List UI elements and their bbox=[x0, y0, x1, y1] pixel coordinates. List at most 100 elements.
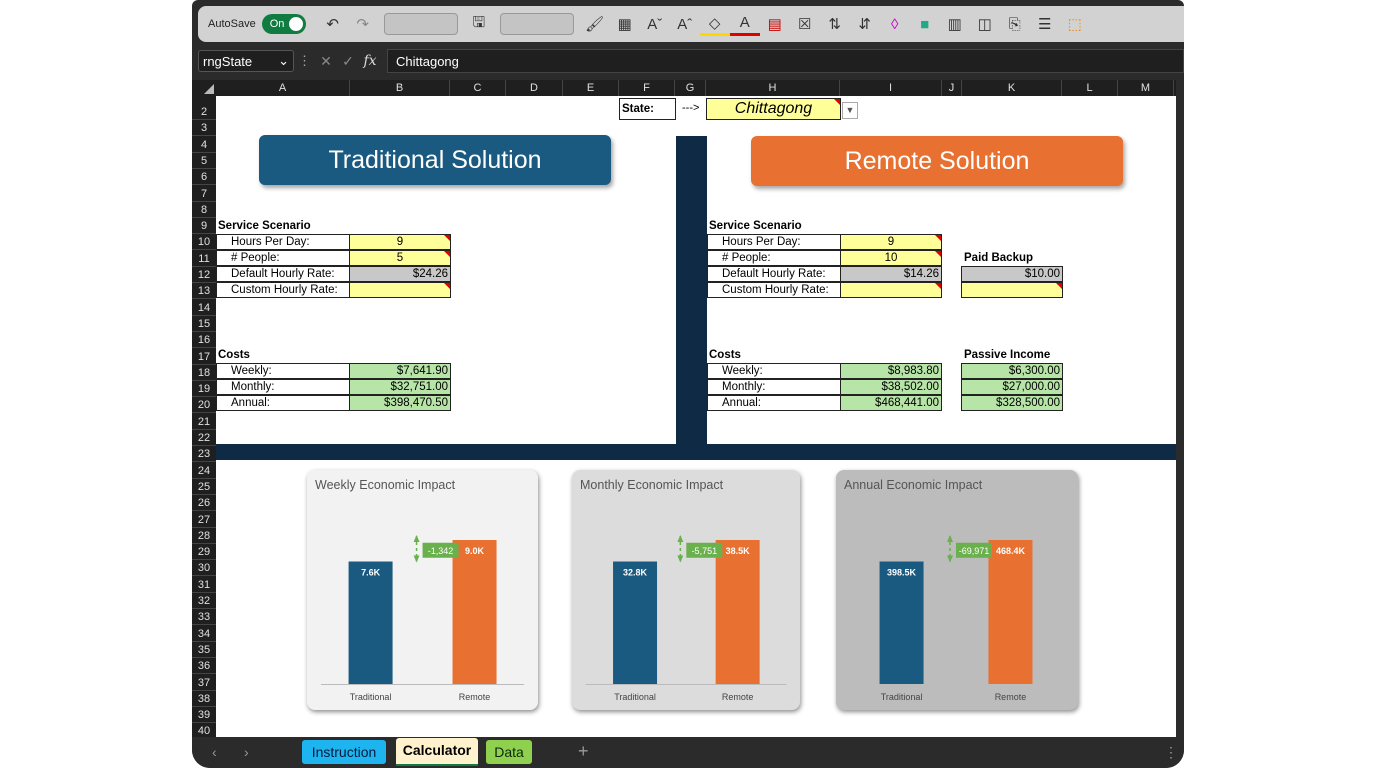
freeze-panes-icon[interactable]: ◫ bbox=[970, 11, 1000, 37]
row-header-17[interactable]: 17 bbox=[192, 349, 216, 365]
function-icon[interactable]: fx bbox=[359, 53, 381, 69]
row-header-34[interactable]: 34 bbox=[192, 626, 216, 642]
more-options-icon[interactable]: ⋮ bbox=[1164, 744, 1178, 761]
row-header-21[interactable]: 21 bbox=[192, 414, 216, 430]
monthly-impact-chart[interactable]: Monthly Economic Impact 32.8K Traditional… bbox=[572, 470, 800, 710]
row-header-33[interactable]: 33 bbox=[192, 609, 216, 626]
toolbar-box-1[interactable] bbox=[383, 13, 458, 35]
column-header-l[interactable]: L bbox=[1062, 80, 1118, 96]
eraser-icon[interactable]: ◊ bbox=[880, 11, 910, 37]
column-header-b[interactable]: B bbox=[350, 80, 450, 96]
row-header-7[interactable]: 7 bbox=[192, 186, 216, 202]
enter-icon[interactable]: ✓ bbox=[337, 53, 359, 70]
state-dropdown[interactable]: Chittagong bbox=[706, 98, 841, 120]
state-dropdown-arrow[interactable]: ▼ bbox=[842, 102, 858, 119]
worksheet-grid[interactable]: State: ---> Chittagong ▼ Traditional Sol… bbox=[216, 96, 1176, 737]
column-header-f[interactable]: F bbox=[619, 80, 675, 96]
row-header-5[interactable]: 5 bbox=[192, 153, 216, 169]
row-header-31[interactable]: 31 bbox=[192, 577, 216, 593]
row-header-23[interactable]: 23 bbox=[192, 446, 216, 463]
column-header-i[interactable]: I bbox=[840, 80, 942, 96]
paid-backup-input[interactable] bbox=[961, 282, 1063, 298]
row-header-19[interactable]: 19 bbox=[192, 381, 216, 398]
font-color-icon[interactable]: A bbox=[729, 13, 760, 36]
column-header-g[interactable]: G bbox=[675, 80, 706, 96]
row-header-6[interactable]: 6 bbox=[192, 169, 216, 186]
trad-people-input[interactable]: 5 bbox=[349, 250, 451, 266]
row-header-30[interactable]: 30 bbox=[192, 560, 216, 577]
name-box[interactable]: rngState ⌄ bbox=[198, 50, 294, 72]
row-header-8[interactable]: 8 bbox=[192, 202, 216, 218]
row-header-28[interactable]: 28 bbox=[192, 528, 216, 544]
row-header-26[interactable]: 26 bbox=[192, 495, 216, 512]
row-header-16[interactable]: 16 bbox=[192, 332, 216, 349]
row-header-4[interactable]: 4 bbox=[192, 137, 216, 153]
row-header-29[interactable]: 29 bbox=[192, 544, 216, 561]
row-header-25[interactable]: 25 bbox=[192, 479, 216, 495]
chevron-down-icon[interactable]: ⌄ bbox=[278, 53, 289, 69]
row-header-35[interactable]: 35 bbox=[192, 642, 216, 658]
paste-icon[interactable]: ⎘ bbox=[1000, 11, 1030, 37]
format-table-icon[interactable]: ▥ bbox=[940, 11, 970, 37]
weekly-impact-chart[interactable]: Weekly Economic Impact 7.6K Traditional 9.… bbox=[307, 470, 538, 710]
tab-instruction[interactable]: Instruction bbox=[302, 740, 386, 764]
more-icon[interactable]: ⋮ bbox=[298, 53, 311, 69]
row-header-40[interactable]: 40 bbox=[192, 723, 216, 740]
decrease-font-icon[interactable]: Aˆ bbox=[670, 11, 700, 37]
formula-input[interactable]: Chittagong bbox=[387, 49, 1184, 73]
row-header-18[interactable]: 18 bbox=[192, 365, 216, 381]
row-header-3[interactable]: 3 bbox=[192, 120, 216, 137]
paintbrush-icon[interactable]: 🖌 bbox=[580, 11, 610, 37]
row-header-39[interactable]: 39 bbox=[192, 707, 216, 724]
undo-icon[interactable]: ↶ bbox=[318, 11, 348, 37]
align-icon[interactable]: ☰ bbox=[1030, 11, 1060, 37]
increase-font-icon[interactable]: Aˇ bbox=[640, 11, 670, 37]
select-all-corner[interactable] bbox=[192, 80, 216, 96]
column-header-d[interactable]: D bbox=[506, 80, 563, 96]
sort-ascending-icon[interactable]: ⇅ bbox=[820, 11, 850, 37]
row-header-22[interactable]: 22 bbox=[192, 430, 216, 446]
remote-hours-input[interactable]: 9 bbox=[840, 234, 942, 250]
redo-icon[interactable]: ↷ bbox=[348, 11, 378, 37]
row-header-15[interactable]: 15 bbox=[192, 316, 216, 332]
column-header-k[interactable]: K bbox=[962, 80, 1062, 96]
row-header-38[interactable]: 38 bbox=[192, 691, 216, 707]
row-header-36[interactable]: 36 bbox=[192, 658, 216, 675]
column-header-c[interactable]: C bbox=[450, 80, 506, 96]
toolbar-box-2[interactable] bbox=[499, 13, 574, 35]
row-header-27[interactable]: 27 bbox=[192, 512, 216, 528]
row-header-10[interactable]: 10 bbox=[192, 234, 216, 251]
row-header-12[interactable]: 12 bbox=[192, 267, 216, 283]
tab-prev-icon[interactable]: ‹ bbox=[212, 744, 217, 760]
tab-next-icon[interactable]: › bbox=[244, 744, 249, 760]
trad-hours-input[interactable]: 9 bbox=[349, 234, 451, 250]
tab-data[interactable]: Data bbox=[486, 740, 532, 764]
row-header-37[interactable]: 37 bbox=[192, 675, 216, 691]
column-header-h[interactable]: H bbox=[706, 80, 840, 96]
annual-impact-chart[interactable]: Annual Economic Impact 398.5K Traditional… bbox=[836, 470, 1078, 710]
cancel-icon[interactable]: ✕ bbox=[315, 53, 337, 70]
drawing-icon[interactable]: ⬚ bbox=[1060, 11, 1090, 37]
conditional-format-icon[interactable]: ☒ bbox=[790, 11, 820, 37]
column-header-j[interactable]: J bbox=[942, 80, 962, 96]
fill-color-icon[interactable]: ◇ bbox=[699, 13, 730, 36]
row-header-20[interactable]: 20 bbox=[192, 397, 216, 414]
format-cells-icon[interactable]: ■ bbox=[910, 11, 940, 37]
sort-descending-icon[interactable]: ⇵ bbox=[850, 11, 880, 37]
row-header-2[interactable]: 2 bbox=[192, 104, 216, 120]
row-header-11[interactable]: 11 bbox=[192, 251, 216, 267]
remote-custom-rate-input[interactable] bbox=[840, 282, 942, 298]
borders-icon[interactable]: ▦ bbox=[610, 11, 640, 37]
table-icon[interactable]: ▤ bbox=[760, 11, 790, 37]
row-header-13[interactable]: 13 bbox=[192, 283, 216, 300]
row-header-24[interactable]: 24 bbox=[192, 463, 216, 479]
column-header-a[interactable]: A bbox=[216, 80, 350, 96]
autosave-toggle[interactable]: On bbox=[261, 14, 306, 34]
remote-people-input[interactable]: 10 bbox=[840, 250, 942, 266]
column-header-m[interactable]: M bbox=[1118, 80, 1174, 96]
row-header-14[interactable]: 14 bbox=[192, 300, 216, 316]
tab-calculator[interactable]: Calculator bbox=[396, 738, 478, 766]
save-icon[interactable]: 🖫 bbox=[464, 11, 494, 37]
add-sheet-icon[interactable]: + bbox=[578, 741, 589, 762]
row-header-32[interactable]: 32 bbox=[192, 593, 216, 609]
